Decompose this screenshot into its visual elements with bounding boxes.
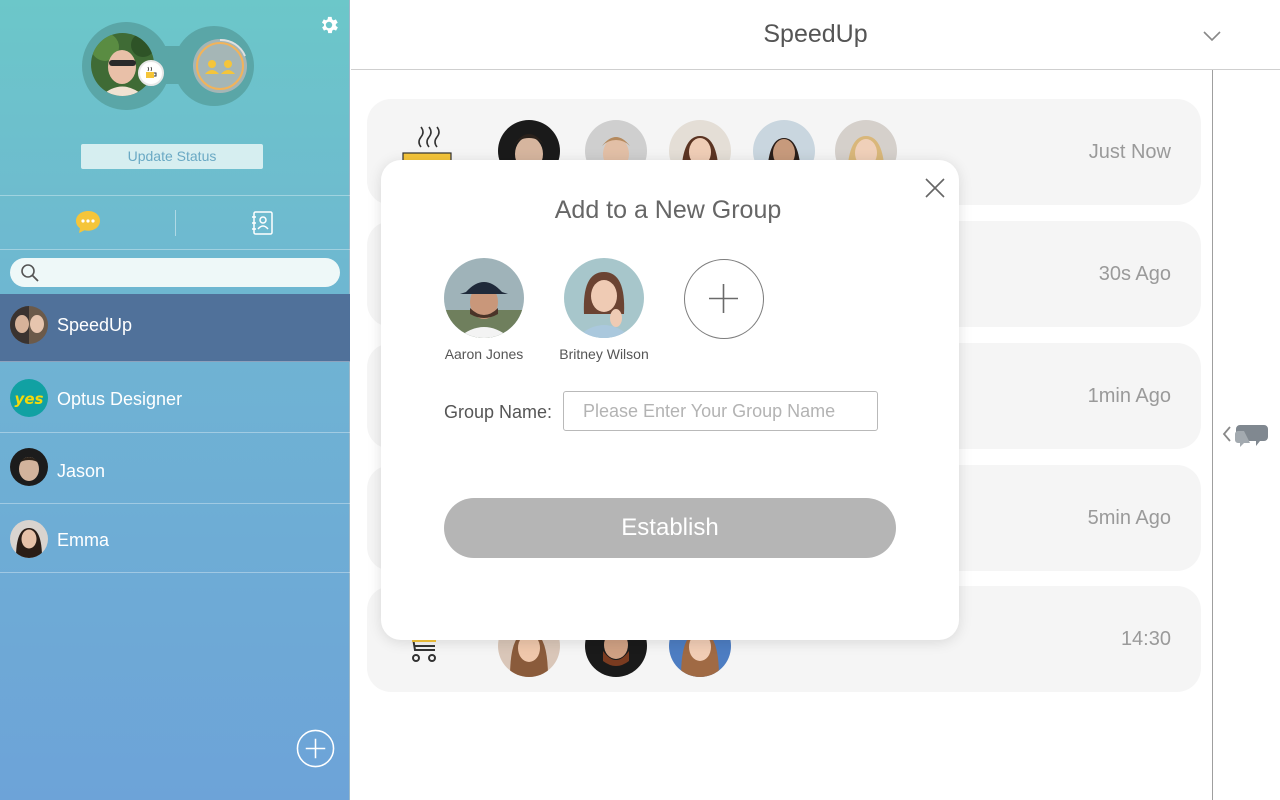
card-time: 1min Ago [1087, 385, 1171, 407]
add-member-button[interactable] [684, 259, 764, 339]
contact-item-speedup[interactable]: SpeedUp [0, 294, 350, 362]
sidebar: Update Status SpeedUp yes Optus Designer… [0, 0, 350, 800]
right-panel-divider [1212, 70, 1213, 800]
member-name: Britney Wilson [559, 346, 649, 362]
establish-button[interactable]: Establish [444, 498, 896, 558]
contact-item-jason[interactable]: Jason [0, 434, 350, 504]
page-title: SpeedUp [763, 20, 868, 48]
member-avatar [444, 258, 524, 338]
add-button[interactable] [296, 729, 335, 768]
contact-name: Optus Designer [57, 389, 183, 409]
modal-title: Add to a New Group [554, 196, 782, 224]
group-name-input[interactable] [563, 391, 878, 431]
search-icon [21, 264, 39, 282]
collapse-chat-panel-icon[interactable] [1220, 419, 1270, 451]
contact-search[interactable] [10, 258, 340, 287]
tab-divider [175, 210, 176, 236]
coffee-status-icon [138, 60, 164, 86]
group-member[interactable]: Britney Wilson [549, 258, 659, 362]
contact-avatar [10, 448, 48, 486]
contact-name: Emma [57, 530, 110, 550]
header: SpeedUp [351, 0, 1280, 70]
search-input[interactable] [48, 262, 328, 283]
add-group-modal: Add to a New Group Aaron Jones Britney W… [381, 160, 959, 640]
divider [0, 195, 350, 196]
svg-text:yes: yes [15, 390, 44, 408]
chat-tab-icon[interactable] [74, 208, 102, 236]
group-member[interactable]: Aaron Jones [429, 258, 539, 362]
contact-name: Jason [57, 461, 106, 481]
divider [0, 249, 350, 250]
card-time: 5min Ago [1087, 507, 1171, 529]
contact-avatar [10, 520, 48, 558]
card-time: 30s Ago [1098, 263, 1171, 285]
contact-name: SpeedUp [57, 315, 133, 335]
group-name-label: Group Name: [444, 402, 553, 422]
contact-avatar: yes [10, 379, 48, 417]
update-status-button[interactable]: Update Status [81, 144, 263, 169]
contact-avatar [10, 306, 48, 344]
plus-icon [709, 284, 738, 313]
contact-item-optus-designer[interactable]: yes Optus Designer [0, 363, 350, 433]
card-time: Just Now [1088, 141, 1171, 163]
member-name: Aaron Jones [444, 346, 524, 362]
group-status-icon[interactable] [190, 36, 250, 96]
member-avatar [564, 258, 644, 338]
chevron-down-icon[interactable] [1201, 26, 1223, 46]
card-time: 14:30 [1120, 628, 1171, 650]
gear-icon[interactable] [318, 14, 340, 36]
contact-item-emma[interactable]: Emma [0, 504, 350, 573]
contacts-tab-icon[interactable] [250, 210, 274, 236]
profile-status-cluster [82, 22, 254, 112]
